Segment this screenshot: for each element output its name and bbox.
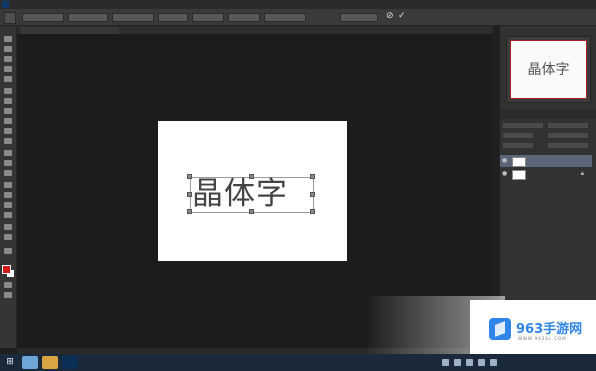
- option-control[interactable]: [158, 13, 188, 22]
- check-icon[interactable]: ✓: [398, 11, 406, 21]
- tray-icon[interactable]: [478, 359, 485, 366]
- marquee-tool-icon[interactable]: [4, 46, 12, 52]
- navigator-panel: 晶体字: [506, 36, 591, 103]
- current-tool-icon[interactable]: [4, 12, 16, 24]
- brush-tool-icon[interactable]: [4, 108, 12, 114]
- move-tool-icon[interactable]: [4, 36, 12, 42]
- watermark-url: WWW.963Sc.COM: [518, 336, 567, 341]
- layer-row-background[interactable]: ● 🔒︎: [500, 168, 592, 180]
- layer-filter-control[interactable]: [503, 123, 543, 128]
- tools-panel: [0, 26, 17, 348]
- tray-icon[interactable]: [454, 359, 461, 366]
- path-select-tool-icon[interactable]: [4, 202, 12, 208]
- layer-thumbnail: [512, 157, 526, 167]
- eraser-tool-icon[interactable]: [4, 138, 12, 144]
- lock-icon: 🔒︎: [580, 170, 584, 177]
- extra-tools-icon[interactable]: [4, 248, 12, 254]
- cancel-icon[interactable]: ⊘: [386, 11, 394, 21]
- taskbar-app-icon[interactable]: [22, 356, 38, 369]
- layers-panel-header[interactable]: [500, 110, 596, 119]
- layer-row-text[interactable]: ●: [500, 155, 592, 167]
- transform-handle[interactable]: [310, 192, 315, 197]
- transform-handle[interactable]: [249, 174, 254, 179]
- option-control[interactable]: [264, 13, 306, 22]
- transform-handle[interactable]: [310, 209, 315, 214]
- eye-icon[interactable]: ●: [502, 168, 507, 180]
- canvas-text: 晶体字: [192, 176, 288, 212]
- layer-thumbnail: [512, 170, 526, 180]
- transform-handle[interactable]: [187, 209, 192, 214]
- eyedropper-tool-icon[interactable]: [4, 88, 12, 94]
- os-taskbar: ⊞: [0, 354, 596, 371]
- transform-handle[interactable]: [187, 192, 192, 197]
- zoom-tool-icon[interactable]: [4, 234, 12, 240]
- option-control[interactable]: [192, 13, 224, 22]
- document-tab-bar: [17, 26, 493, 34]
- option-control[interactable]: [228, 13, 260, 22]
- fill-field[interactable]: [548, 143, 588, 148]
- menu-bar: [0, 0, 596, 9]
- options-bar: ⊘ ✓: [0, 9, 596, 26]
- dodge-tool-icon[interactable]: [4, 170, 12, 176]
- menu-items: [12, 0, 20, 9]
- quick-select-tool-icon[interactable]: [4, 66, 12, 72]
- layer-filter-buttons[interactable]: [548, 123, 588, 128]
- shape-tool-icon[interactable]: [4, 212, 12, 218]
- photoshop-logo-icon: [2, 1, 9, 8]
- taskbar-photoshop-icon[interactable]: [62, 356, 78, 369]
- watermark-cube-icon: [489, 318, 511, 340]
- opacity-field[interactable]: [548, 133, 588, 138]
- clone-stamp-tool-icon[interactable]: [4, 118, 12, 124]
- text-layer-bounding-box[interactable]: 晶体字: [190, 177, 314, 213]
- taskbar-folder-icon[interactable]: [42, 356, 58, 369]
- windows-start-icon[interactable]: ⊞: [4, 357, 16, 368]
- blend-mode-select[interactable]: [503, 133, 533, 138]
- transform-handle[interactable]: [249, 209, 254, 214]
- option-control[interactable]: [22, 13, 64, 22]
- document-tab[interactable]: [21, 27, 119, 34]
- transform-handle[interactable]: [310, 174, 315, 179]
- transform-handle[interactable]: [187, 174, 192, 179]
- lock-controls[interactable]: [503, 143, 533, 148]
- tray-icon[interactable]: [442, 359, 449, 366]
- lasso-tool-icon[interactable]: [4, 56, 12, 62]
- quick-mask-icon[interactable]: [4, 282, 12, 288]
- option-control[interactable]: [68, 13, 108, 22]
- hand-tool-icon[interactable]: [4, 224, 12, 230]
- system-tray: [442, 357, 592, 368]
- watermark: 963手游网 WWW.963Sc.COM: [470, 300, 596, 354]
- option-control[interactable]: [340, 13, 378, 22]
- pen-tool-icon[interactable]: [4, 182, 12, 188]
- gradient-tool-icon[interactable]: [4, 150, 12, 156]
- eye-icon[interactable]: ●: [502, 155, 507, 167]
- screen-mode-icon[interactable]: [4, 292, 12, 298]
- healing-tool-icon[interactable]: [4, 98, 12, 104]
- navigator-thumbnail[interactable]: 晶体字: [510, 40, 587, 99]
- history-brush-tool-icon[interactable]: [4, 128, 12, 134]
- type-tool-icon[interactable]: [4, 192, 12, 198]
- blur-tool-icon[interactable]: [4, 160, 12, 166]
- tray-icon[interactable]: [466, 359, 473, 366]
- foreground-color-swatch[interactable]: [2, 265, 11, 274]
- option-control[interactable]: [112, 13, 154, 22]
- navigator-thumbnail-text: 晶体字: [527, 62, 570, 78]
- tray-icon[interactable]: [490, 359, 497, 366]
- crop-tool-icon[interactable]: [4, 76, 12, 82]
- watermark-title: 963手游网: [516, 322, 583, 337]
